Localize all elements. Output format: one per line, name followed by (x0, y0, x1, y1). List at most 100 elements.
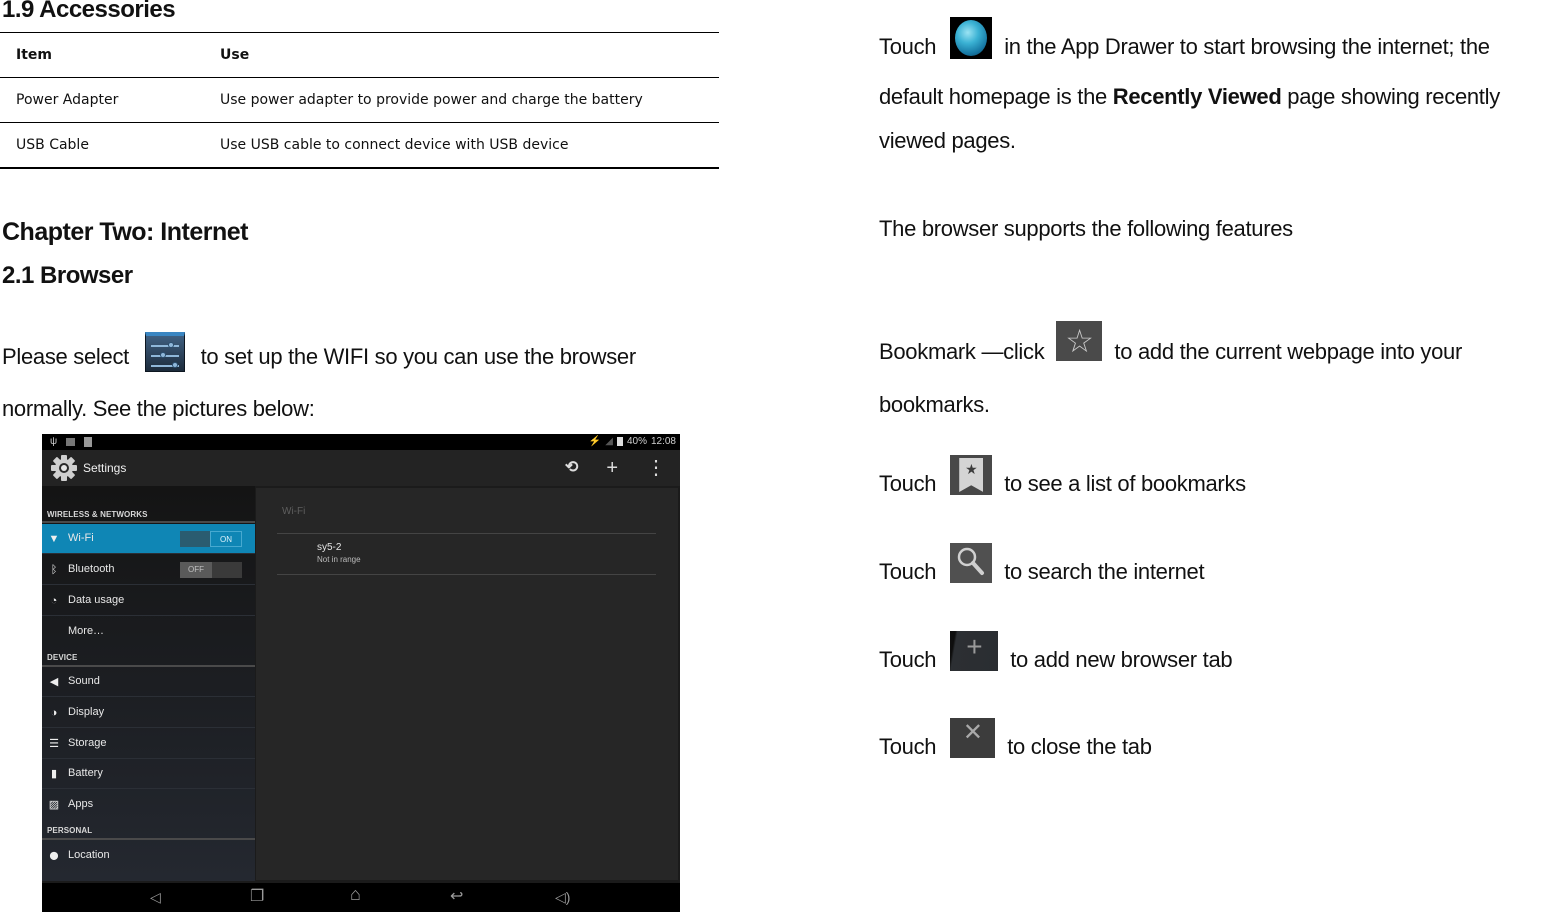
text: default homepage is the (879, 84, 1107, 109)
settings-sidebar: WIRELESS & NETWORKS ▼ Wi-Fi ON ᛒ Bluetoo… (42, 486, 255, 881)
text: to add the current webpage into your (1114, 338, 1462, 364)
settings-title: Settings (83, 461, 127, 475)
battery-percent: 40% (626, 436, 647, 447)
volume-up-icon[interactable]: ◁) (555, 890, 570, 904)
browser-intro-line2: default homepage is the Recently Viewed … (879, 84, 1500, 110)
browser-globe-icon (950, 17, 993, 59)
status-bar: ψ ⚡ ◢ 40% 12:08 (42, 434, 680, 450)
table-header-row: Item Use (0, 32, 719, 78)
sidebar-item-label: Location (68, 849, 110, 861)
apps-icon: ▨ (48, 799, 60, 811)
text: in the App Drawer to start browsing the … (1004, 33, 1490, 59)
features-intro: The browser supports the following featu… (879, 216, 1293, 241)
sidebar-item-apps[interactable]: ▨ Apps (42, 790, 255, 820)
wifi-toggle[interactable]: ON (180, 531, 242, 547)
text: Touch (879, 646, 937, 672)
sound-icon: ◀ (49, 676, 59, 688)
storage-icon: ☰ (49, 738, 59, 750)
wifi-icon: ▼ (48, 533, 60, 545)
home-icon[interactable]: ⌂ (350, 885, 361, 903)
add-icon[interactable]: + (606, 458, 618, 478)
bookmarks-list-icon: ★ (950, 455, 993, 495)
sidebar-item-bluetooth[interactable]: ᛒ Bluetooth OFF (42, 555, 255, 585)
sidebar-item-storage[interactable]: ☰ Storage (42, 729, 255, 759)
detail-title: Wi-Fi (282, 506, 306, 517)
divider (42, 838, 255, 840)
divider (42, 521, 255, 523)
chapter-title: Chapter Two: Internet (2, 218, 248, 246)
cell-use: Use power adapter to provide power and c… (220, 92, 643, 108)
text: to search the internet (1004, 558, 1205, 584)
action-bar: Settings ⟲ + ⋮ (42, 450, 680, 486)
sd-card-icon (84, 436, 93, 447)
sidebar-item-label: Wi-Fi (68, 532, 94, 544)
sidebar-item-label: Sound (68, 675, 100, 687)
browser-intro-line3: viewed pages. (879, 128, 1016, 153)
sidebar-item-data-usage[interactable]: ◔ Data usage (42, 586, 255, 616)
text: to close the tab (1007, 733, 1152, 759)
bookmark-star-icon: ☆ (1056, 321, 1103, 361)
intro-text-before: Please select (2, 343, 129, 369)
data-usage-icon: ◔ (50, 595, 58, 607)
navigation-bar: ◁ ❐ ⌂ ↩ ◁) (42, 883, 680, 912)
text: Touch (879, 733, 937, 759)
bluetooth-icon: ᛒ (50, 564, 58, 576)
back-icon[interactable]: ↩ (450, 889, 463, 905)
sidebar-item-sound[interactable]: ◀ Sound (42, 667, 255, 697)
sidebar-item-wifi[interactable]: ▼ Wi-Fi ON (42, 524, 255, 554)
bluetooth-toggle[interactable]: OFF (180, 562, 242, 578)
feature-close-tab: Touch ✕ to close the tab (879, 718, 1152, 768)
clock: 12:08 (650, 436, 676, 447)
sidebar-item-label: Bluetooth (68, 563, 115, 575)
column-header-use: Use (220, 47, 250, 63)
column-header-item: Item (16, 47, 52, 63)
sidebar-item-label: Display (68, 706, 105, 718)
table-row: USB Cable Use USB cable to connect devic… (0, 122, 719, 168)
close-tab-icon: ✕ (950, 718, 996, 758)
settings-sliders-icon (144, 332, 185, 372)
wifi-detail-pane: Wi-Fi sy5-2 Not in range (256, 488, 678, 880)
display-icon: ◑ (50, 707, 58, 719)
search-icon (950, 543, 993, 583)
battery-icon (616, 437, 623, 446)
wps-icon[interactable]: ⟲ (565, 458, 578, 478)
intro-text-after: to set up the WIFI so you can use the br… (200, 343, 637, 369)
sidebar-item-more[interactable]: More… (42, 617, 255, 647)
cell-use: Use USB cable to connect device with USB… (220, 136, 569, 153)
usb-icon: ψ (50, 436, 58, 447)
volume-down-icon[interactable]: ◁ (150, 890, 161, 904)
browser-intro-line1: Touch in the App Drawer to start browsing… (879, 17, 1490, 69)
overflow-menu-icon[interactable]: ⋮ (646, 458, 666, 478)
sidebar-item-label: Battery (68, 767, 103, 779)
bookmark-feature-line2: bookmarks. (879, 392, 990, 417)
sidebar-item-location[interactable]: ⬤ Location (42, 841, 255, 871)
network-status: Not in range (317, 555, 361, 564)
accessories-table: Item Use Power Adapter Use power adapter… (0, 32, 719, 169)
recently-viewed-bold: Recently Viewed (1112, 84, 1282, 109)
intro-paragraph-line2: normally. See the pictures below: (2, 396, 315, 421)
cell-item: Power Adapter (16, 92, 119, 108)
text: Touch (879, 470, 937, 496)
table-row: Power Adapter Use power adapter to provi… (0, 77, 719, 123)
sidebar-item-display[interactable]: ◑ Display (42, 698, 255, 728)
sidebar-item-battery[interactable]: ▮ Battery (42, 759, 255, 789)
signal-icon: ◢ (605, 436, 613, 447)
feature-new-tab: Touch + to add new browser tab (879, 631, 1233, 681)
section-header-device: DEVICE (47, 653, 78, 662)
recent-apps-icon[interactable]: ❐ (250, 889, 264, 905)
section-header-personal: PERSONAL (47, 826, 93, 835)
toggle-label: OFF (180, 562, 212, 578)
battery-icon: ▮ (50, 768, 58, 780)
cell-item: USB Cable (16, 136, 89, 153)
divider (277, 574, 656, 575)
feature-search: Touch to search the internet (879, 543, 1205, 593)
sidebar-item-label: Data usage (68, 594, 125, 606)
intro-paragraph-line1: Please select to set up the WIFI so you … (2, 332, 637, 378)
image-icon (66, 437, 76, 446)
divider (277, 533, 656, 534)
network-name: sy5-2 (317, 542, 342, 553)
bookmark-feature-line1: Bookmark —click ☆ to add the current webpa… (879, 321, 1462, 373)
sidebar-item-label: More… (68, 625, 105, 637)
accessories-heading: 1.9 Accessories (2, 0, 176, 23)
toggle-label: ON (210, 531, 242, 547)
